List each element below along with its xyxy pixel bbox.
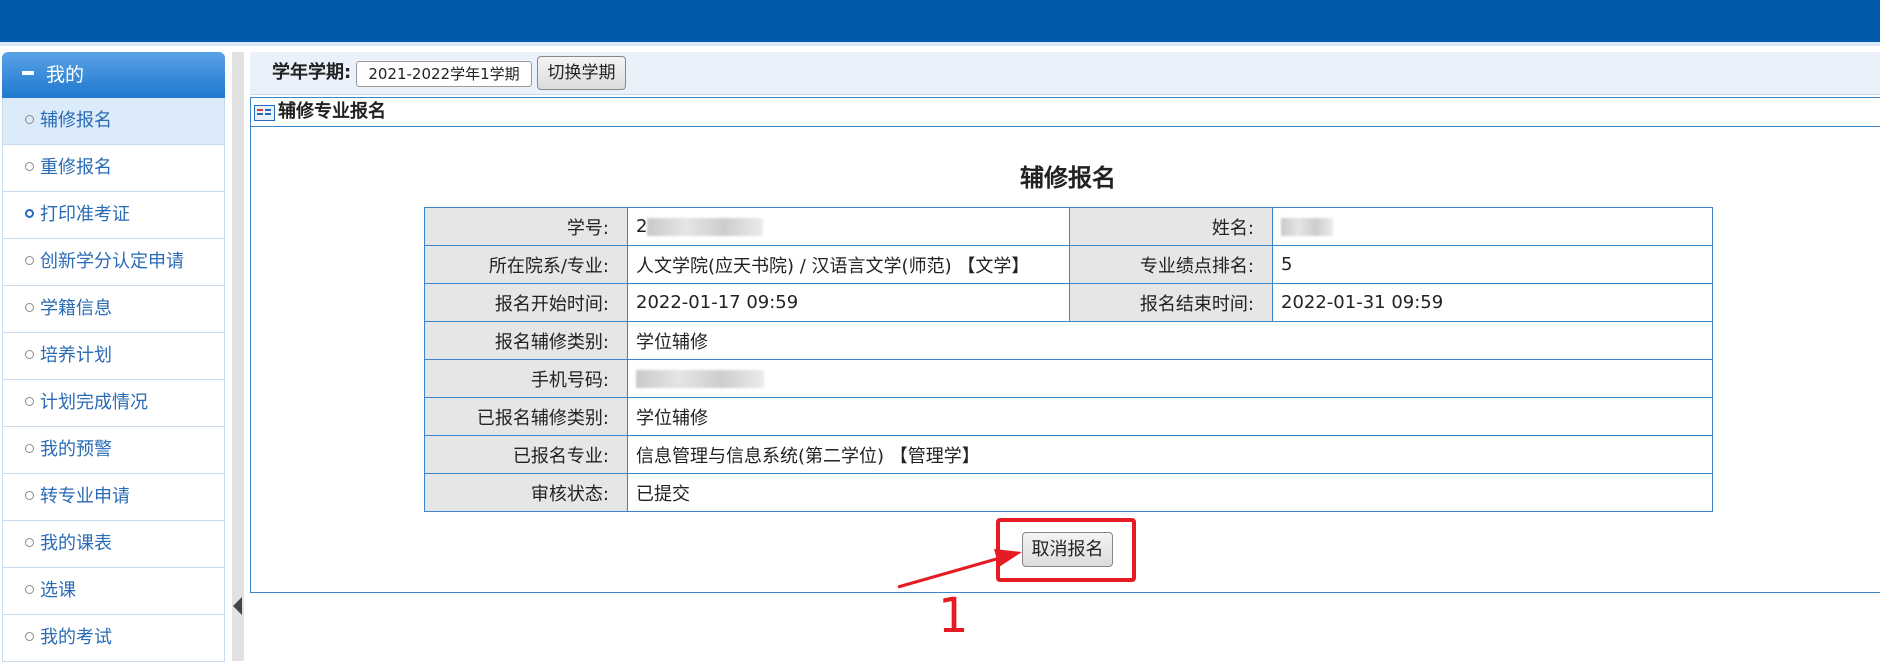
sidebar-item-major-transfer[interactable]: 转专业申请 [2, 474, 225, 521]
term-label: 学年学期: [272, 62, 352, 83]
sidebar-item-minor-registration[interactable]: 辅修报名 [2, 98, 225, 145]
table-row: 报名辅修类别: 学位辅修 [424, 321, 1713, 360]
cancel-registration-button[interactable]: 取消报名 [1022, 532, 1113, 567]
sidebar-item-plan-progress[interactable]: 计划完成情况 [2, 380, 225, 427]
bullet-icon [25, 396, 34, 406]
table-row: 手机号码: [424, 359, 1713, 398]
form-icon [254, 105, 275, 121]
minor-category-label: 报名辅修类别: [424, 321, 628, 360]
bullet-icon [25, 443, 34, 453]
end-time-value: 2022-01-31 09:59 [1272, 283, 1713, 322]
redacted-blur [636, 370, 764, 388]
bullet-icon [25, 631, 34, 641]
sidebar: 我的 辅修报名 重修报名 打印准考证 创新学分认定申请 学籍信息 培养计划 计划… [2, 52, 225, 662]
registration-form-table: 学号: 2 姓名: 所在院系/专业: 人文学院(应天书院) / 汉语言文学(师范… [424, 207, 1713, 512]
table-row: 报名开始时间: 2022-01-17 09:59 报名结束时间: 2022-01… [424, 283, 1713, 322]
table-row: 已报名辅修类别: 学位辅修 [424, 397, 1713, 436]
banner-divider [0, 42, 1880, 46]
gpa-rank-value: 5 [1272, 245, 1713, 284]
table-row: 已报名专业: 信息管理与信息系统(第二学位) 【管理学】 [424, 435, 1713, 474]
name-value [1272, 207, 1713, 246]
registered-major-value: 信息管理与信息系统(第二学位) 【管理学】 [627, 435, 1713, 474]
sidebar-item-course-selection[interactable]: 选课 [2, 568, 225, 615]
minor-category-value: 学位辅修 [627, 321, 1713, 360]
redacted-blur [647, 218, 764, 236]
table-row: 审核状态: 已提交 [424, 473, 1713, 512]
registered-category-label: 已报名辅修类别: [424, 397, 628, 436]
registered-category-value: 学位辅修 [627, 397, 1713, 436]
panel-header: 辅修专业报名 [251, 98, 1880, 127]
sidebar-item-training-plan[interactable]: 培养计划 [2, 333, 225, 380]
sidebar-splitter[interactable] [232, 52, 244, 661]
collapse-icon [22, 70, 34, 75]
sidebar-item-student-status[interactable]: 学籍信息 [2, 286, 225, 333]
form-title: 辅修报名 [1020, 164, 1116, 192]
start-time-label: 报名开始时间: [424, 283, 628, 322]
sidebar-item-my-timetable[interactable]: 我的课表 [2, 521, 225, 568]
review-status-label: 审核状态: [424, 473, 628, 512]
phone-label: 手机号码: [424, 359, 628, 398]
annotation-step-number: 1 [938, 588, 969, 644]
bullet-icon [25, 302, 34, 312]
bullet-icon [25, 584, 34, 594]
redacted-blur [1281, 218, 1333, 236]
end-time-label: 报名结束时间: [1069, 283, 1273, 322]
gpa-rank-label: 专业绩点排名: [1069, 245, 1273, 284]
department-label: 所在院系/专业: [424, 245, 628, 284]
switch-term-button[interactable]: 切换学期 [537, 56, 626, 90]
review-status-value: 已提交 [627, 473, 1713, 512]
bullet-icon [25, 490, 34, 500]
sidebar-header-label: 我的 [46, 64, 85, 86]
start-time-value: 2022-01-17 09:59 [627, 283, 1070, 322]
table-row: 所在院系/专业: 人文学院(应天书院) / 汉语言文学(师范) 【文学】 专业绩… [424, 245, 1713, 284]
registered-major-label: 已报名专业: [424, 435, 628, 474]
student-id-value: 2 [627, 207, 1070, 246]
panel-title: 辅修专业报名 [278, 101, 386, 122]
top-banner [0, 0, 1880, 42]
bullet-icon [25, 537, 34, 547]
sidebar-item-innovation-credit[interactable]: 创新学分认定申请 [2, 239, 225, 286]
sidebar-item-print-admission[interactable]: 打印准考证 [2, 192, 225, 239]
department-value: 人文学院(应天书院) / 汉语言文学(师范) 【文学】 [627, 245, 1070, 284]
sidebar-item-my-warnings[interactable]: 我的预警 [2, 427, 225, 474]
term-bar: 学年学期: 2021-2022学年1学期 切换学期 [250, 52, 1880, 95]
sidebar-header-my[interactable]: 我的 [2, 52, 225, 98]
term-select[interactable]: 2021-2022学年1学期 [356, 61, 532, 87]
phone-value [627, 359, 1713, 398]
name-label: 姓名: [1069, 207, 1273, 246]
collapse-left-icon[interactable] [233, 597, 242, 615]
bullet-icon [25, 255, 34, 265]
sidebar-item-my-exams[interactable]: 我的考试 [2, 615, 225, 662]
table-row: 学号: 2 姓名: [424, 207, 1713, 246]
bullet-icon [25, 349, 34, 359]
bullet-icon [25, 208, 34, 218]
bullet-icon [25, 114, 34, 124]
student-id-label: 学号: [424, 207, 628, 246]
